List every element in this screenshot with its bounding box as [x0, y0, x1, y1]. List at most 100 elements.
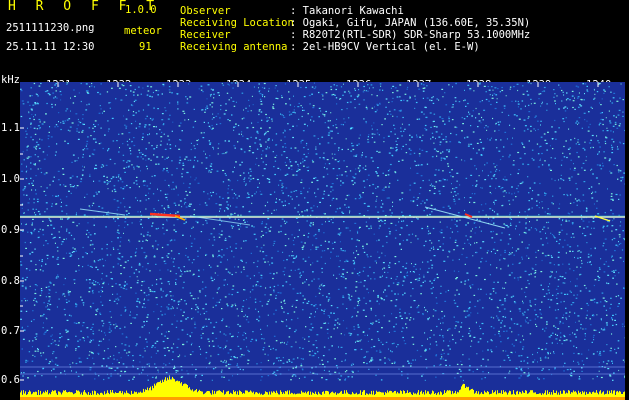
noise-speck — [609, 100, 611, 102]
noise-speck — [357, 370, 359, 372]
noise-speck — [274, 173, 276, 176]
noise-speck — [112, 363, 114, 365]
noise-speck — [484, 164, 486, 166]
noise-speck — [147, 158, 150, 160]
noise-speck — [31, 346, 33, 348]
noise-speck — [300, 142, 302, 144]
noise-speck — [101, 330, 103, 332]
noise-speck — [300, 363, 302, 365]
noise-speck — [151, 346, 153, 348]
noise-speck — [35, 148, 37, 150]
noise-speck — [559, 323, 561, 325]
noise-speck — [346, 101, 349, 104]
noise-speck — [167, 135, 169, 137]
noise-speck — [172, 351, 174, 353]
noise-speck — [47, 345, 50, 347]
noise-speck — [168, 330, 170, 333]
noise-speck — [235, 271, 237, 274]
noise-speck — [547, 208, 549, 210]
noise-speck — [30, 177, 32, 179]
noise-speck — [278, 199, 281, 201]
noise-speck — [611, 360, 613, 362]
noise-speck — [178, 125, 181, 127]
noise-speck — [439, 292, 442, 294]
noise-speck — [503, 325, 506, 327]
noise-speck — [599, 301, 602, 303]
noise-speck — [529, 333, 532, 335]
noise-speck — [257, 285, 259, 287]
noise-speck — [553, 325, 555, 327]
noise-speck — [348, 194, 350, 196]
noise-speck — [622, 111, 624, 113]
noise-speck — [148, 363, 151, 365]
noise-speck — [191, 262, 193, 264]
noise-speck — [32, 184, 34, 186]
noise-speck — [586, 226, 589, 228]
noise-speck — [369, 300, 372, 302]
noise-speck — [35, 208, 37, 210]
noise-speck — [603, 263, 606, 265]
noise-speck — [212, 113, 214, 115]
noise-speck — [440, 285, 442, 287]
noise-speck — [606, 344, 608, 346]
noise-speck — [618, 303, 620, 305]
noise-speck — [435, 137, 436, 140]
noise-speck — [170, 250, 173, 252]
noise-speck — [41, 375, 43, 377]
noise-speck — [503, 287, 505, 289]
noise-speck — [537, 194, 540, 196]
noise-speck — [194, 376, 196, 378]
noise-speck — [499, 158, 502, 161]
noise-speck — [100, 295, 102, 297]
noise-speck — [382, 262, 385, 264]
noise-speck — [52, 352, 54, 355]
noise-speck — [540, 120, 542, 122]
noise-speck — [476, 353, 478, 355]
noise-speck — [138, 149, 140, 151]
noise-speck — [322, 98, 324, 100]
noise-speck — [60, 218, 62, 220]
noise-speck — [466, 136, 469, 138]
noise-speck — [289, 104, 292, 106]
noise-speck — [222, 84, 225, 86]
noise-speck — [592, 378, 594, 380]
noise-speck — [501, 89, 504, 92]
noise-speck — [347, 227, 349, 229]
noise-speck — [167, 307, 169, 309]
noise-speck — [363, 118, 365, 120]
noise-speck — [576, 120, 579, 122]
noise-speck — [367, 256, 369, 258]
frequency-unit-label: kHz — [1, 74, 20, 86]
noise-speck — [162, 227, 164, 229]
noise-speck — [342, 94, 344, 96]
noise-speck — [585, 156, 587, 158]
noise-speck — [536, 204, 538, 207]
noise-speck — [443, 179, 446, 181]
noise-speck — [208, 345, 210, 347]
noise-speck — [613, 372, 615, 374]
noise-speck — [166, 347, 169, 349]
noise-speck — [564, 282, 566, 284]
noise-speck — [200, 89, 203, 91]
noise-speck — [34, 228, 36, 230]
noise-speck — [577, 173, 580, 175]
noise-speck — [526, 362, 529, 364]
noise-speck — [75, 322, 78, 324]
noise-speck — [347, 376, 350, 378]
noise-speck — [164, 107, 166, 109]
noise-speck — [618, 171, 620, 173]
noise-speck — [201, 288, 204, 290]
noise-speck — [396, 149, 398, 151]
noise-speck — [183, 182, 185, 184]
noise-speck — [321, 271, 323, 273]
noise-speck — [25, 166, 27, 168]
noise-speck — [456, 305, 459, 308]
noise-speck — [351, 272, 354, 274]
noise-speck — [163, 207, 165, 209]
noise-speck — [175, 212, 177, 214]
noise-speck — [110, 330, 112, 332]
noise-speck — [209, 143, 211, 145]
noise-speck — [122, 143, 124, 145]
detection-count: 91 — [139, 41, 152, 53]
noise-speck — [281, 154, 283, 156]
